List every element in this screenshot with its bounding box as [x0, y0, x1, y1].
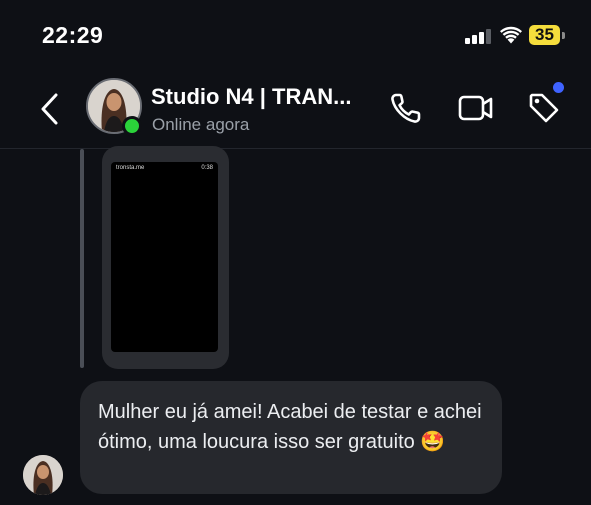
battery-level: 35: [535, 25, 554, 44]
chat-header: Studio N4 | TRAN... Online agora: [0, 70, 591, 149]
reply-indicator-bar: [80, 149, 84, 368]
sender-avatar-photo: [23, 455, 63, 495]
notification-badge: [553, 82, 564, 93]
status-bar: 22:29 35: [0, 0, 591, 70]
media-message[interactable]: tronsta.me 0:38: [102, 146, 229, 369]
sender-avatar[interactable]: [23, 455, 63, 495]
cellular-signal-icon: [465, 29, 491, 44]
battery-icon: 35: [529, 25, 565, 45]
contact-avatar[interactable]: [86, 78, 142, 136]
online-indicator: [122, 116, 142, 136]
phone-icon[interactable]: [388, 90, 424, 126]
tag-icon[interactable]: [526, 90, 562, 126]
contact-name[interactable]: Studio N4 | TRAN...: [151, 84, 351, 110]
message-text: Mulher eu já amei! Acabei de testar e ac…: [98, 401, 482, 453]
video-icon[interactable]: [457, 90, 495, 126]
contact-status: Online agora: [152, 115, 250, 134]
wifi-icon: [500, 26, 522, 44]
status-time: 22:29: [42, 22, 104, 48]
chevron-left-icon[interactable]: [38, 92, 62, 126]
media-status-right: 0:38: [201, 165, 213, 171]
message-bubble[interactable]: Mulher eu já amei! Acabei de testar e ac…: [80, 381, 502, 494]
media-preview: tronsta.me 0:38: [111, 162, 218, 352]
media-status-left: tronsta.me: [116, 165, 145, 171]
